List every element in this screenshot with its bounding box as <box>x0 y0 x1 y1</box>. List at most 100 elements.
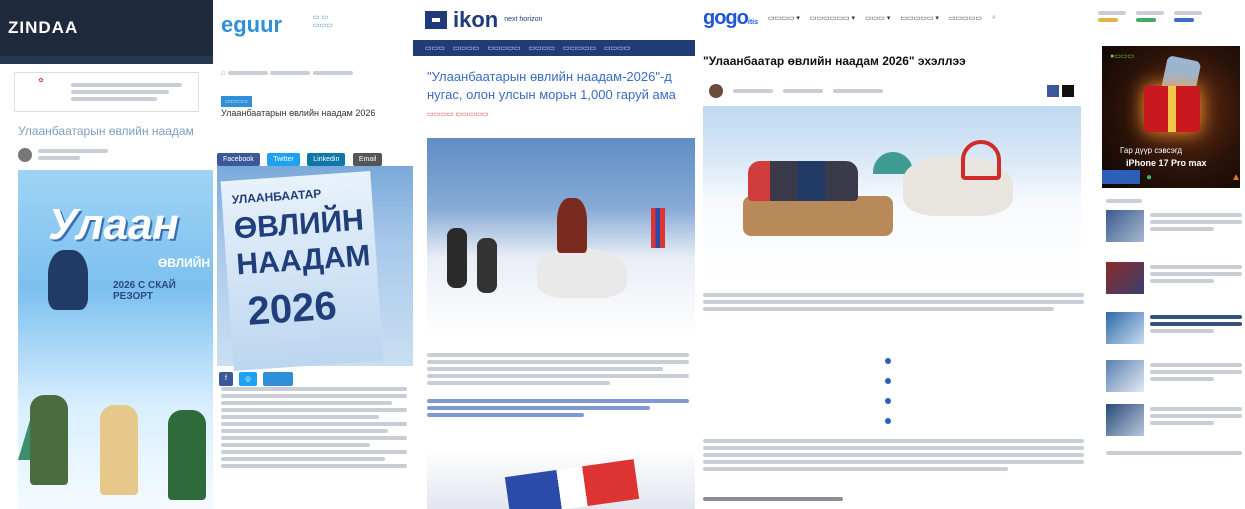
carousel-dot[interactable] <box>885 418 891 424</box>
share-facebook-button[interactable]: Facebook <box>217 153 260 166</box>
x-icon[interactable] <box>1062 85 1074 97</box>
stat-item <box>1098 8 1126 25</box>
gogo-article-photo <box>703 106 1081 282</box>
nav-item[interactable]: ▭▭▭▭ <box>528 44 554 52</box>
sidebar-news-item[interactable] <box>1106 312 1242 344</box>
stat-item <box>1174 8 1202 25</box>
search-icon[interactable]: ⌕ <box>992 14 996 22</box>
avatar <box>18 147 32 162</box>
passengers-figure <box>748 161 858 201</box>
poster-date: 2026 С СКАЙ РЕЗОРТ <box>113 280 176 302</box>
gogo-article-body <box>703 436 1084 474</box>
gogo-social-buttons <box>1047 85 1074 97</box>
banner-line-1: УЛААНБААТАР <box>231 186 322 207</box>
ikon-title-line-1: "Улаанбаатарын өвлийн наадам-2026"-д <box>427 69 672 84</box>
facebook-icon[interactable] <box>1047 85 1059 97</box>
news-thumb <box>1106 360 1144 392</box>
sidebar-news-item[interactable] <box>1106 360 1242 392</box>
sidebar-news-item[interactable] <box>1106 404 1242 436</box>
skier-figure <box>48 250 88 310</box>
sidebar-tab-latest[interactable] <box>1102 170 1140 184</box>
ikon-header: ikon next horizon <box>413 0 695 40</box>
share-linkedin-button[interactable]: Linkedin <box>307 153 346 166</box>
sidebar-news-item[interactable] <box>1106 448 1242 458</box>
horse-figure <box>537 248 627 298</box>
gogo-carousel-dots <box>885 358 891 438</box>
carousel-dot[interactable] <box>885 398 891 404</box>
share-twitter-button[interactable]: Twitter <box>267 153 300 166</box>
avatar <box>709 84 723 98</box>
share-buttons: Facebook Twitter Linkedin Email <box>217 148 385 166</box>
news-thumb <box>1106 210 1144 242</box>
category-tag[interactable]: ▭▭▭▭ <box>221 96 252 107</box>
zindaa-author-meta <box>0 142 213 167</box>
sidebar-heading <box>1106 196 1142 206</box>
breadcrumb[interactable]: ⌂ <box>221 68 407 78</box>
gogo-nav-item[interactable]: ▭▭▭▭▭ ▾ <box>900 14 939 22</box>
gogo-nav-item[interactable]: ▭▭▭▭▭ <box>949 14 982 22</box>
zindaa-article-title[interactable]: Улаанбаатарын өвлийн наадам <box>0 120 213 142</box>
gogo-nav-item[interactable]: ▭▭▭▭ ▾ <box>768 14 800 22</box>
ikon-article-photo <box>427 138 695 338</box>
gogo-nav-item[interactable]: ▭▭▭▭▭▭ ▾ <box>810 14 855 22</box>
egoor-article-body <box>221 384 407 471</box>
sidebar-ad-banner[interactable]: ●▭▭▭ Гар дүүр сэвсэгд iPhone 17 Pro max <box>1102 46 1240 188</box>
gogo-photo-caption <box>703 290 1084 314</box>
egoor-article-panel: eguur ▭ ▭ ▭▭▭ ⌂ ▭▭▭▭ Улаанбаатарын өвлийн… <box>213 0 413 509</box>
egoor-article-title[interactable]: Улаанбаатарын өвлийн наадам 2026 <box>221 108 375 118</box>
share-email-button[interactable]: Email <box>352 153 383 166</box>
nav-item[interactable]: ▭▭▭▭ <box>453 44 479 52</box>
zindaa-ad-banner[interactable]: ✿ <box>14 72 199 112</box>
news-thumb <box>1106 262 1144 294</box>
ikon-logo-sub: next horizon <box>504 16 543 23</box>
ad-text-1: Гар дүүр сэвсэгд <box>1120 146 1183 155</box>
sidebar-tabs: ● ▲ <box>1102 170 1241 184</box>
zindaa-header: ZINDAA <box>0 0 213 56</box>
egoor-article-photo: УЛААНБААТАР ӨВЛИЙН НААДАМ 2026 <box>217 166 413 372</box>
sidebar-news-item[interactable] <box>1106 262 1242 294</box>
banner-line-3: НААДАМ <box>235 239 372 282</box>
news-thumb <box>1106 404 1144 436</box>
person-figure <box>447 228 467 288</box>
poster-title: Улаан <box>48 200 180 249</box>
gogo-nav-item[interactable]: ▭▭▭ ▾ <box>865 14 890 22</box>
gogo-logo[interactable]: gogoitis <box>703 7 758 30</box>
gogo-sidebar: ●▭▭▭ Гар дүүр сэвсэгд iPhone 17 Pro max … <box>1098 0 1245 509</box>
ikon-logo[interactable]: ikon <box>453 7 498 33</box>
nav-item[interactable]: ▭▭▭ <box>425 44 445 52</box>
archer-figure <box>100 405 138 495</box>
gogo-header: gogoitis ▭▭▭▭ ▾ ▭▭▭▭▭▭ ▾ ▭▭▭ ▾ ▭▭▭▭▭ ▾ ▭… <box>695 0 1098 36</box>
nav-item[interactable]: ▭▭▭▭▭ <box>563 44 596 52</box>
person-figure <box>477 238 497 293</box>
ikon-logo-icon <box>425 11 447 29</box>
sidebar-stats <box>1098 8 1241 25</box>
egoor-logo[interactable]: eguur <box>221 12 282 38</box>
archer-figure <box>30 395 68 485</box>
nav-item[interactable]: ▭▭▭▭▭ <box>487 44 520 52</box>
news-thumb <box>1106 312 1144 344</box>
sidebar-tab-popular[interactable]: ● <box>1146 172 1152 183</box>
ikon-article-title[interactable]: "Улаанбаатарын өвлийн наадам-2026"-д нуг… <box>427 68 676 104</box>
zindaa-logo[interactable]: ZINDAA <box>8 18 78 38</box>
fire-icon[interactable]: ▲ <box>1231 172 1241 183</box>
ikon-article-body <box>427 350 689 420</box>
gogo-article-title[interactable]: "Улаанбаатар өвлийн наадам 2026" эхэллээ <box>703 54 966 68</box>
ikon-second-photo <box>427 448 695 509</box>
carousel-dot[interactable] <box>885 358 891 364</box>
red-harness-figure <box>961 140 1001 180</box>
ikon-nav-bar: ▭▭▭ ▭▭▭▭ ▭▭▭▭▭ ▭▭▭▭ ▭▭▭▭▭ ▭▭▭▭ <box>413 40 695 56</box>
nav-item[interactable]: ▭▭▭▭ <box>604 44 630 52</box>
zindaa-nav-bar[interactable] <box>0 56 213 64</box>
archer-figure <box>168 410 206 500</box>
egoor-tagline: ▭ ▭ ▭▭▭ <box>313 14 333 29</box>
mongolia-flag-icon <box>651 208 665 248</box>
sleigh-figure <box>743 196 893 236</box>
gogo-author-meta <box>709 84 1074 98</box>
home-icon[interactable]: ⌂ <box>221 68 226 77</box>
sidebar-news-item[interactable] <box>1106 210 1242 242</box>
ad-text-2: iPhone 17 Pro max <box>1126 158 1207 168</box>
gogo-bold-paragraph <box>703 494 843 504</box>
ikon-title-line-2: нугас, олон улсын морьн 1,000 гаруй ама <box>427 87 676 102</box>
ad-logo-icon: ✿ <box>38 78 44 84</box>
carousel-dot[interactable] <box>885 378 891 384</box>
